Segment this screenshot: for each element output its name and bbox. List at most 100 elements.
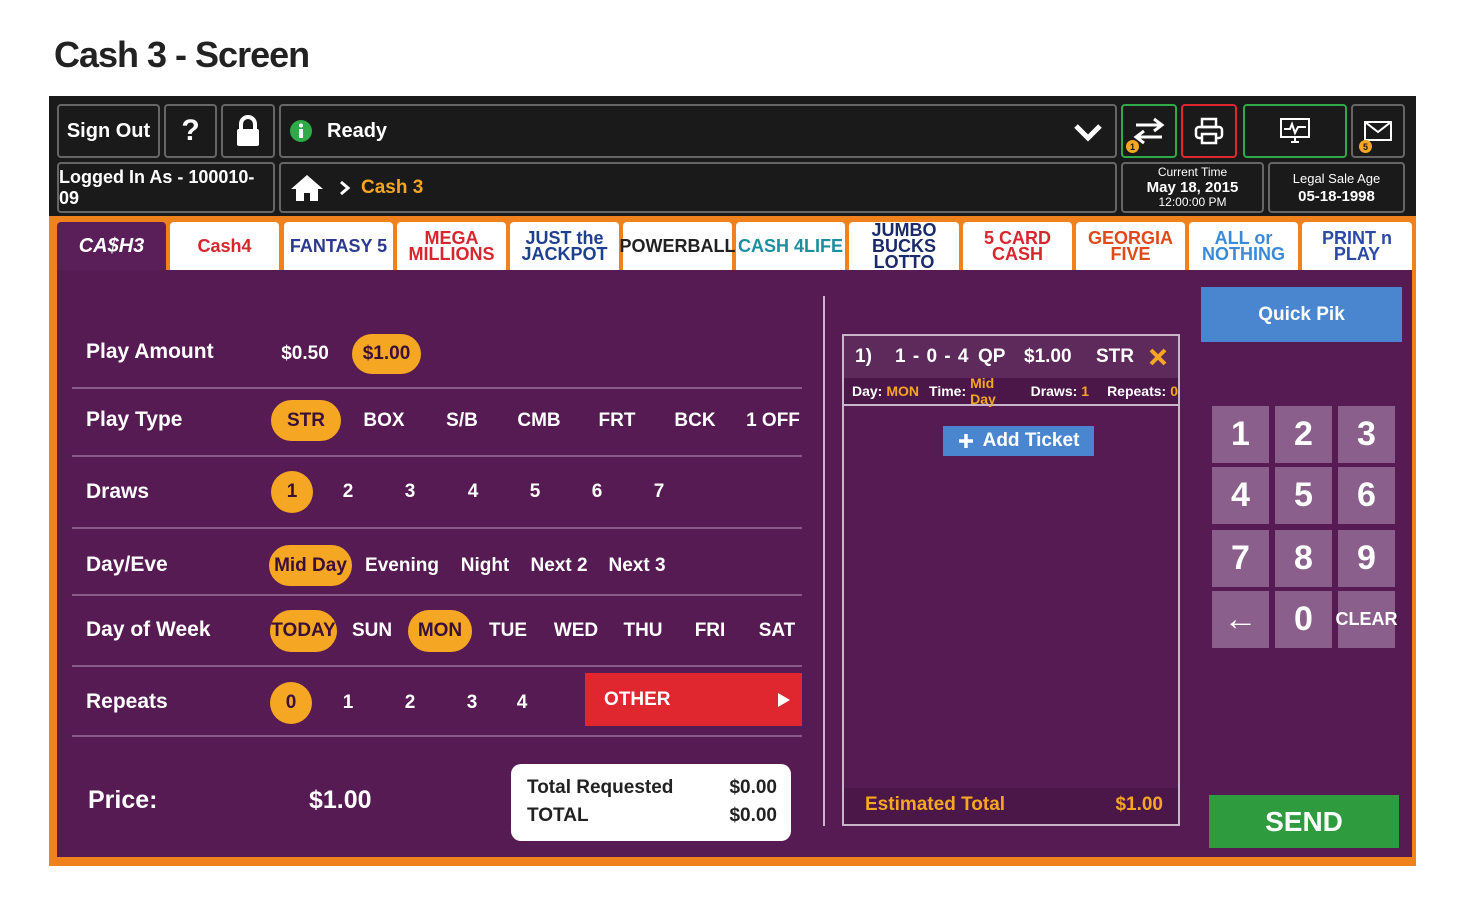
game-tab-cash-4life[interactable]: CASH 4LIFE	[736, 222, 845, 270]
help-button[interactable]: ?	[164, 104, 217, 158]
dow-wed[interactable]: WED	[553, 610, 599, 652]
other-button[interactable]: OTHER	[585, 673, 802, 726]
draws-option-6[interactable]: 6	[582, 471, 612, 513]
repeats-option-1[interactable]: 1	[333, 682, 363, 724]
add-ticket-button[interactable]: Add Ticket	[943, 426, 1094, 456]
add-ticket-label: Add Ticket	[982, 430, 1080, 451]
dow-mon[interactable]: MON	[408, 610, 472, 652]
game-tab-label: CASH 4LIFE	[737, 236, 843, 256]
send-button[interactable]: SEND	[1209, 795, 1399, 848]
price-label: Price:	[88, 786, 158, 814]
play-type-box[interactable]: BOX	[359, 400, 409, 441]
dow-tue[interactable]: TUE	[485, 610, 531, 652]
game-tab-just-the-jackpot[interactable]: JUST the JACKPOT	[510, 222, 619, 270]
game-tab-cash4[interactable]: Cash4	[170, 222, 279, 270]
monitor-button[interactable]	[1243, 104, 1347, 158]
divider	[72, 387, 802, 389]
play-type-1off[interactable]: 1 OFF	[745, 400, 801, 441]
day-eve-midday[interactable]: Mid Day	[269, 545, 352, 586]
game-tab-label: JUMBO BUCKS LOTTO	[871, 220, 937, 272]
lock-button[interactable]	[221, 104, 275, 158]
draws-option-7[interactable]: 7	[644, 471, 674, 513]
day-eve-next2[interactable]: Next 2	[527, 545, 591, 586]
game-tab-label: CA$H3	[78, 235, 145, 257]
day-eve-evening[interactable]: Evening	[364, 545, 440, 586]
game-tab-powerball[interactable]: POWERBALL	[620, 222, 736, 270]
quick-pik-button[interactable]: Quick Pik	[1201, 287, 1402, 342]
estimated-total-bar: Estimated Total $1.00	[844, 788, 1178, 824]
dow-sat[interactable]: SAT	[754, 610, 800, 652]
game-tab-all-or-nothing[interactable]: ALL or NOTHING	[1189, 222, 1298, 270]
day-of-week-label: Day of Week	[86, 618, 211, 641]
game-tab-fantasy-5[interactable]: FANTASY 5	[284, 222, 393, 270]
game-tab-print-n-play[interactable]: PRINT n PLAY	[1302, 222, 1412, 270]
close-icon[interactable]	[1149, 348, 1167, 366]
ticket-type: STR	[1096, 346, 1134, 367]
clear-key[interactable]: CLEAR	[1336, 591, 1398, 648]
transfer-button[interactable]: 1	[1121, 104, 1177, 158]
game-tab-5-card-cash[interactable]: 5 CARD CASH	[963, 222, 1072, 270]
key-9[interactable]: 9	[1338, 530, 1395, 587]
breadcrumb-current: Cash 3	[361, 176, 424, 198]
play-type-bck[interactable]: BCK	[670, 400, 720, 441]
day-eve-night[interactable]: Night	[455, 545, 515, 586]
game-tab-georgia-five[interactable]: GEORGIA FIVE	[1076, 222, 1185, 270]
key-3[interactable]: 3	[1338, 406, 1395, 463]
play-amount-option[interactable]: $0.50	[275, 334, 335, 374]
play-type-frt[interactable]: FRT	[592, 400, 642, 441]
play-amount-option-selected[interactable]: $1.00	[352, 334, 421, 374]
repeats-option-0[interactable]: 0	[270, 682, 312, 724]
play-type-label: Play Type	[86, 408, 183, 431]
repeats-label: Repeats	[86, 690, 168, 713]
backspace-key[interactable]: ←	[1212, 591, 1269, 648]
key-2[interactable]: 2	[1275, 406, 1332, 463]
divider	[72, 455, 802, 457]
key-1[interactable]: 1	[1212, 406, 1269, 463]
repeats-option-3[interactable]: 3	[457, 682, 487, 724]
play-type-sb[interactable]: S/B	[437, 400, 487, 441]
draws-option-2[interactable]: 2	[333, 471, 363, 513]
key-8[interactable]: 8	[1275, 530, 1332, 587]
game-tab-ca-h3[interactable]: CA$H3	[57, 222, 166, 270]
home-icon[interactable]	[289, 173, 325, 203]
ticket-draws-value: 1	[1081, 383, 1090, 399]
ticket-line[interactable]: 1) 1 - 0 - 4 QP $1.00 STR	[844, 336, 1178, 378]
game-tab-jumbo-bucks-lotto[interactable]: JUMBO BUCKS LOTTO	[849, 220, 959, 272]
draws-option-5[interactable]: 5	[520, 471, 550, 513]
divider	[72, 665, 802, 667]
dow-today[interactable]: TODAY	[270, 610, 337, 652]
repeats-option-2[interactable]: 2	[395, 682, 425, 724]
key-6[interactable]: 6	[1338, 467, 1395, 524]
status-dropdown[interactable]: Ready	[279, 104, 1117, 158]
dow-fri[interactable]: FRI	[687, 610, 733, 652]
ticket-repeats-value: 0	[1170, 383, 1178, 399]
estimated-total-label: Estimated Total	[865, 794, 1006, 815]
ticket-numbers: 1 - 0 - 4	[895, 346, 970, 367]
game-tab-label: POWERBALL	[619, 236, 736, 256]
key-0[interactable]: 0	[1275, 591, 1332, 648]
play-type-str[interactable]: STR	[271, 400, 341, 441]
dow-sun[interactable]: SUN	[349, 610, 395, 652]
legal-age-label: Legal Sale Age	[1292, 170, 1381, 186]
info-icon	[290, 120, 312, 142]
draws-option-3[interactable]: 3	[395, 471, 425, 513]
total-label: TOTAL	[527, 805, 589, 826]
game-tab-mega-millions[interactable]: MEGA MILLIONS	[397, 222, 506, 270]
total-requested-value: $0.00	[729, 777, 777, 798]
divider	[72, 527, 802, 529]
play-type-cmb[interactable]: CMB	[514, 400, 564, 441]
mail-button[interactable]: 5	[1351, 104, 1405, 158]
mail-badge: 5	[1359, 140, 1372, 153]
day-eve-next3[interactable]: Next 3	[605, 545, 669, 586]
lock-icon	[237, 115, 259, 146]
draws-option-1[interactable]: 1	[271, 471, 313, 513]
key-5[interactable]: 5	[1275, 467, 1332, 524]
dow-thu[interactable]: THU	[620, 610, 666, 652]
key-4[interactable]: 4	[1212, 467, 1269, 524]
legal-age-date: 05-18-1998	[1298, 187, 1375, 205]
draws-option-4[interactable]: 4	[458, 471, 488, 513]
repeats-option-4[interactable]: 4	[507, 682, 537, 724]
sign-out-button[interactable]: Sign Out	[57, 104, 160, 158]
key-7[interactable]: 7	[1212, 530, 1269, 587]
print-button[interactable]	[1181, 104, 1237, 158]
